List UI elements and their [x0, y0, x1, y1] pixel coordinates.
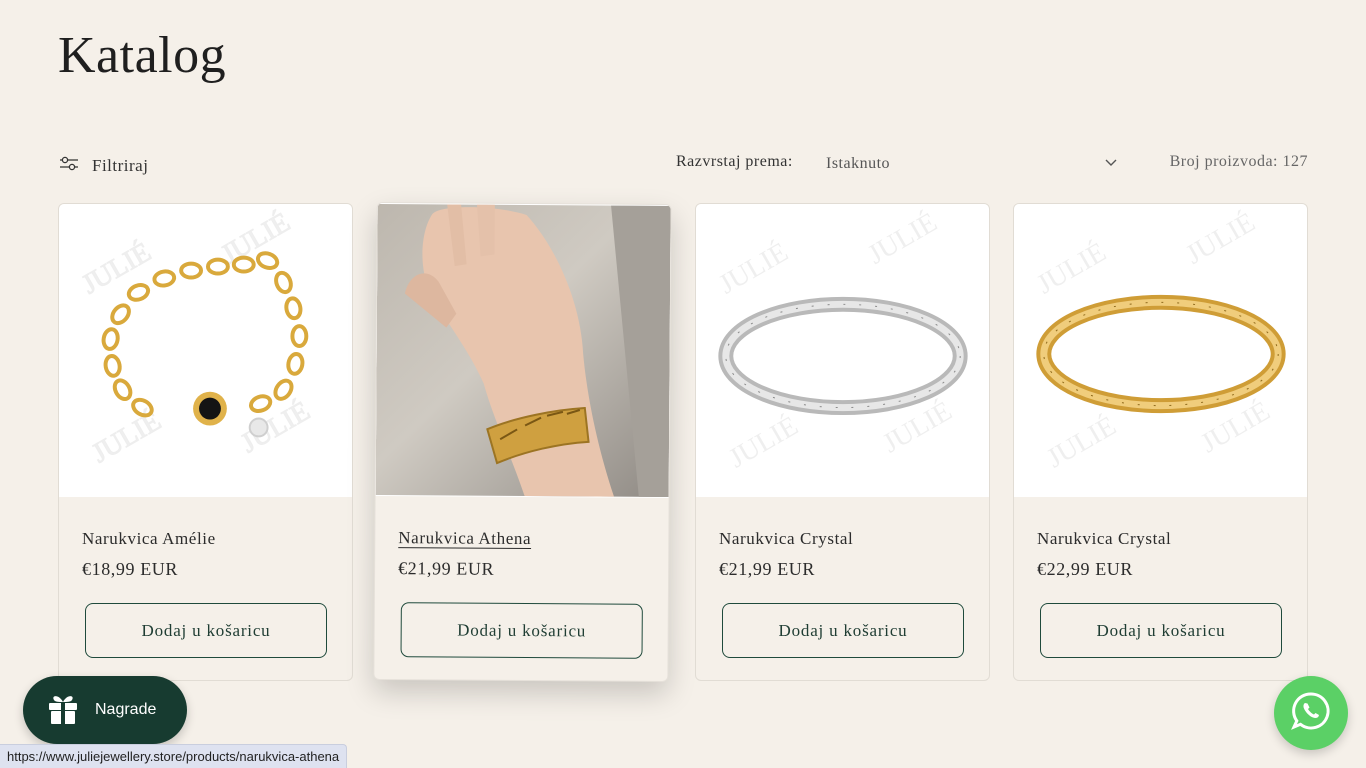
rewards-button[interactable]: Nagrade — [23, 676, 187, 744]
product-card[interactable]: JULIÉ JULIÉ JULIÉ JULIÉ Narukvica Crysta… — [695, 203, 990, 681]
svg-text:JULIÉ: JULIÉ — [714, 237, 794, 301]
filter-label: Filtriraj — [92, 155, 149, 175]
product-image-silver-bangle[interactable]: JULIÉ JULIÉ JULIÉ JULIÉ — [696, 204, 989, 497]
svg-text:JULIÉ: JULIÉ — [1042, 410, 1122, 474]
svg-text:JULIÉ: JULIÉ — [77, 237, 157, 301]
svg-text:JULIÉ: JULIÉ — [216, 207, 296, 271]
product-price: €21,99 EUR — [398, 558, 495, 579]
link-status-bar: https://www.juliejewellery.store/product… — [0, 744, 348, 768]
product-image-gold-bangle[interactable]: JULIÉ JULIÉ JULIÉ JULIÉ — [1014, 204, 1307, 497]
product-price: €18,99 EUR — [82, 559, 178, 579]
svg-text:JULIÉ: JULIÉ — [87, 405, 167, 469]
svg-text:JULIÉ: JULIÉ — [863, 207, 943, 271]
filter-button[interactable]: Filtriraj — [58, 152, 148, 179]
product-image-hand-wearing-gold-cuff[interactable] — [375, 202, 671, 499]
svg-text:JULIÉ: JULIÉ — [724, 410, 804, 474]
add-to-cart-button[interactable]: Dodaj u košaricu — [722, 603, 964, 658]
svg-text:JULIÉ: JULIÉ — [1181, 207, 1261, 271]
product-count: Broj proizvoda: 127 — [1169, 153, 1308, 170]
whatsapp-icon — [1290, 690, 1332, 737]
add-to-cart-button[interactable]: Dodaj u košaricu — [85, 603, 327, 658]
add-to-cart-button[interactable]: Dodaj u košaricu — [1040, 603, 1282, 658]
filter-sliders-icon — [58, 152, 80, 179]
product-title[interactable]: Narukvica Amélie — [82, 529, 216, 549]
product-image-gold-chain-bracelet[interactable]: JULIÉ JULIÉ JULIÉ JULIÉ — [59, 204, 352, 497]
gift-icon — [45, 690, 81, 731]
sort-selected-value: Istaknuto — [826, 155, 891, 172]
product-title[interactable]: Narukvica Athena — [398, 528, 531, 549]
product-price: €22,99 EUR — [1037, 559, 1133, 579]
svg-text:JULIÉ: JULIÉ — [236, 395, 316, 459]
chevron-down-icon — [1104, 155, 1118, 174]
sort-select[interactable]: Istaknuto — [822, 150, 1122, 178]
add-to-cart-button[interactable]: Dodaj u košaricu — [400, 602, 643, 659]
whatsapp-chat-button[interactable] — [1274, 676, 1348, 750]
sort-label: Razvrstaj prema: — [676, 153, 793, 170]
product-title[interactable]: Narukvica Crystal — [1037, 529, 1171, 549]
product-card[interactable]: JULIÉ JULIÉ JULIÉ JULIÉ Narukvica Crysta… — [1013, 203, 1308, 681]
catalog-toolbar: Filtriraj Razvrstaj prema: Istaknuto Bro… — [58, 150, 1308, 180]
product-price: €21,99 EUR — [719, 559, 815, 579]
product-grid: JULIÉ JULIÉ JULIÉ JULIÉ Narukvica Amélie… — [58, 201, 1308, 683]
svg-text:JULIÉ: JULIÉ — [1032, 237, 1112, 301]
page-title: Katalog — [58, 27, 227, 84]
product-title[interactable]: Narukvica Crystal — [719, 529, 853, 549]
product-card[interactable]: Narukvica Athena €21,99 EUR Dodaj u koša… — [373, 201, 672, 683]
rewards-label: Nagrade — [95, 701, 157, 718]
product-card[interactable]: JULIÉ JULIÉ JULIÉ JULIÉ Narukvica Amélie… — [58, 203, 353, 681]
